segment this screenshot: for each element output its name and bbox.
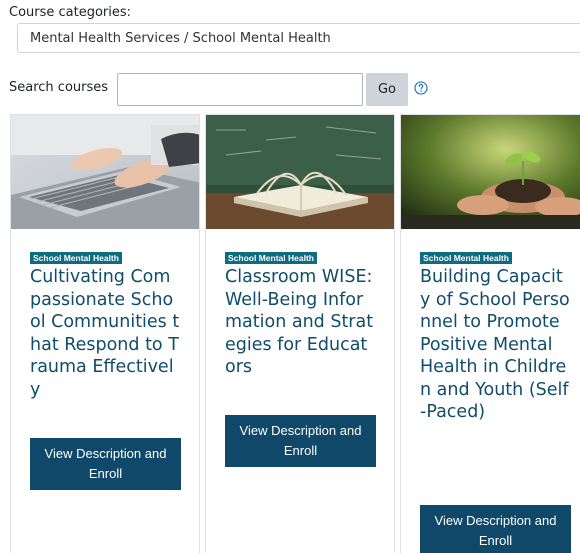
- search-label: Search courses: [9, 80, 109, 95]
- search-input[interactable]: [117, 73, 363, 106]
- category-label: Course categories:: [9, 5, 132, 20]
- category-badge: School Mental Health: [225, 252, 317, 264]
- category-badge: School Mental Health: [420, 252, 512, 264]
- course-catalog-page: Course categories: Mental Health Service…: [0, 0, 580, 553]
- go-button[interactable]: Go: [366, 73, 408, 106]
- course-image-laptop[interactable]: [11, 115, 199, 229]
- view-description-enroll-button[interactable]: View Description and Enroll: [420, 505, 571, 553]
- course-image-seedling[interactable]: [401, 115, 580, 229]
- view-description-enroll-button[interactable]: View Description and Enroll: [225, 415, 376, 467]
- question-circle-icon[interactable]: [414, 81, 428, 95]
- category-badge: School Mental Health: [30, 252, 122, 264]
- course-card[interactable]: School Mental Health Building Capacity o…: [400, 114, 580, 553]
- course-image-book[interactable]: [206, 115, 394, 229]
- course-title[interactable]: Building Capacity of School Personnel to…: [420, 266, 570, 424]
- course-card[interactable]: School Mental Health Cultivating Compass…: [10, 114, 200, 553]
- course-title[interactable]: Classroom WISE: Well-Being Information a…: [225, 266, 375, 379]
- category-select[interactable]: Mental Health Services / School Mental H…: [17, 23, 580, 53]
- view-description-enroll-button[interactable]: View Description and Enroll: [30, 438, 181, 490]
- course-card[interactable]: School Mental Health Classroom WISE: Wel…: [205, 114, 395, 553]
- course-title[interactable]: Cultivating Compassionate School Communi…: [30, 266, 180, 401]
